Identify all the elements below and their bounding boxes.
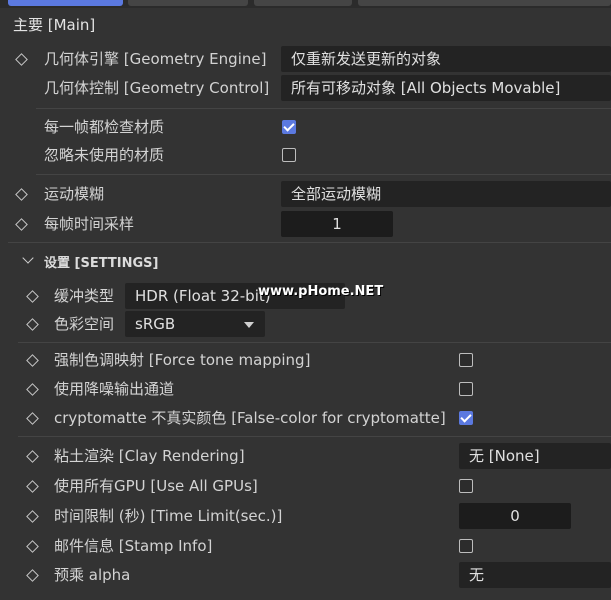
color-space-label: 色彩空间 — [54, 315, 115, 333]
divider — [18, 342, 611, 343]
motion-blur-label: 运动模糊 — [44, 185, 105, 203]
time-samples-row: 每帧时间采样 1 — [0, 210, 611, 238]
denoise-label: 使用降噪输出通道 — [54, 380, 175, 398]
cryptomatte-checkbox[interactable] — [459, 411, 473, 425]
keyframe-diamond-icon[interactable] — [26, 569, 39, 582]
cryptomatte-label: cryptomatte 不真实颜色 [False-color for crypt… — [54, 409, 446, 427]
keyframe-diamond-icon[interactable] — [15, 218, 28, 231]
tab-strip — [0, 0, 611, 8]
time-limit-row: 时间限制 (秒) [Time Limit(sec.)] 0 — [0, 502, 611, 530]
force-tone-checkbox[interactable] — [459, 353, 473, 367]
watermark-text: www.pHome.NET — [258, 284, 384, 299]
keyframe-diamond-icon[interactable] — [26, 412, 39, 425]
all-gpus-checkbox[interactable] — [459, 479, 473, 493]
geometry-engine-label: 几何体引擎 [Geometry Engine] — [44, 50, 267, 68]
geometry-control-row: 几何体控制 [Geometry Control] 所有可移动对象 [All Ob… — [0, 74, 611, 102]
geometry-control-select[interactable]: 所有可移动对象 [All Objects Movable] — [281, 75, 611, 101]
keyframe-diamond-icon[interactable] — [26, 354, 39, 367]
all-gpus-label: 使用所有GPU [Use All GPUs] — [54, 477, 258, 495]
check-materials-row: 每一帧都检查材质 — [0, 113, 611, 141]
divider — [36, 108, 611, 109]
force-tone-label: 强制色调映射 [Force tone mapping] — [54, 351, 311, 369]
keyframe-diamond-icon[interactable] — [26, 383, 39, 396]
settings-group-title: 设置 [SETTINGS] — [44, 256, 159, 271]
time-samples-label: 每帧时间采样 — [44, 215, 135, 233]
geometry-engine-select[interactable]: 仅重新发送更新的对象 — [281, 46, 611, 72]
keyframe-diamond-icon[interactable] — [26, 480, 39, 493]
motion-blur-select[interactable]: 全部运动模糊 — [281, 181, 611, 207]
keyframe-diamond-icon[interactable] — [15, 53, 28, 66]
divider — [8, 242, 611, 243]
motion-blur-row: 运动模糊 全部运动模糊 — [0, 180, 611, 208]
keyframe-diamond-icon[interactable] — [26, 318, 39, 331]
dropdown-arrow-icon — [244, 322, 254, 328]
keyframe-diamond-icon[interactable] — [26, 510, 39, 523]
divider — [36, 174, 611, 175]
clay-rendering-label: 粘土渲染 [Clay Rendering] — [54, 447, 245, 465]
premultiply-alpha-label: 预乘 alpha — [54, 566, 131, 584]
force-tone-row: 强制色调映射 [Force tone mapping] — [0, 346, 611, 374]
ignore-materials-checkbox[interactable] — [282, 148, 296, 162]
divider — [18, 436, 611, 437]
stamp-info-row: 邮件信息 [Stamp Info] — [0, 532, 611, 560]
keyframe-diamond-icon[interactable] — [15, 188, 28, 201]
tab-2[interactable] — [128, 0, 248, 6]
time-limit-input[interactable]: 0 — [459, 503, 571, 529]
color-space-row: 色彩空间 sRGB — [0, 310, 611, 338]
geometry-engine-row: 几何体引擎 [Geometry Engine] 仅重新发送更新的对象 — [0, 45, 611, 73]
keyframe-diamond-icon[interactable] — [26, 540, 39, 553]
time-limit-label: 时间限制 (秒) [Time Limit(sec.)] — [54, 507, 283, 525]
all-gpus-row: 使用所有GPU [Use All GPUs] — [0, 472, 611, 500]
premultiply-alpha-row: 预乘 alpha 无 — [0, 561, 611, 589]
keyframe-diamond-icon[interactable] — [26, 450, 39, 463]
chevron-down-icon — [22, 252, 34, 264]
tab-4[interactable] — [358, 0, 611, 6]
buffer-type-label: 缓冲类型 — [54, 287, 115, 305]
stamp-info-label: 邮件信息 [Stamp Info] — [54, 537, 213, 555]
stamp-info-checkbox[interactable] — [459, 539, 473, 553]
tab-3[interactable] — [254, 0, 352, 6]
check-materials-label: 每一帧都检查材质 — [44, 118, 165, 136]
keyframe-diamond-icon[interactable] — [26, 290, 39, 303]
clay-rendering-select[interactable]: 无 [None] — [459, 443, 611, 469]
premultiply-alpha-select[interactable]: 无 — [459, 562, 611, 588]
ignore-materials-label: 忽略未使用的材质 — [44, 146, 165, 164]
ignore-materials-row: 忽略未使用的材质 — [0, 141, 611, 169]
render-settings-panel: 主要 [Main] 几何体引擎 [Geometry Engine] 仅重新发送更… — [0, 0, 611, 600]
clay-rendering-row: 粘土渲染 [Clay Rendering] 无 [None] — [0, 442, 611, 470]
section-title: 主要 [Main] — [13, 16, 96, 34]
geometry-control-label: 几何体控制 [Geometry Control] — [44, 79, 270, 97]
denoise-row: 使用降噪输出通道 — [0, 375, 611, 403]
tab-1[interactable] — [8, 0, 123, 6]
check-materials-checkbox[interactable] — [282, 120, 296, 134]
time-samples-input[interactable]: 1 — [281, 211, 393, 237]
denoise-checkbox[interactable] — [459, 382, 473, 396]
cryptomatte-row: cryptomatte 不真实颜色 [False-color for crypt… — [0, 404, 611, 432]
